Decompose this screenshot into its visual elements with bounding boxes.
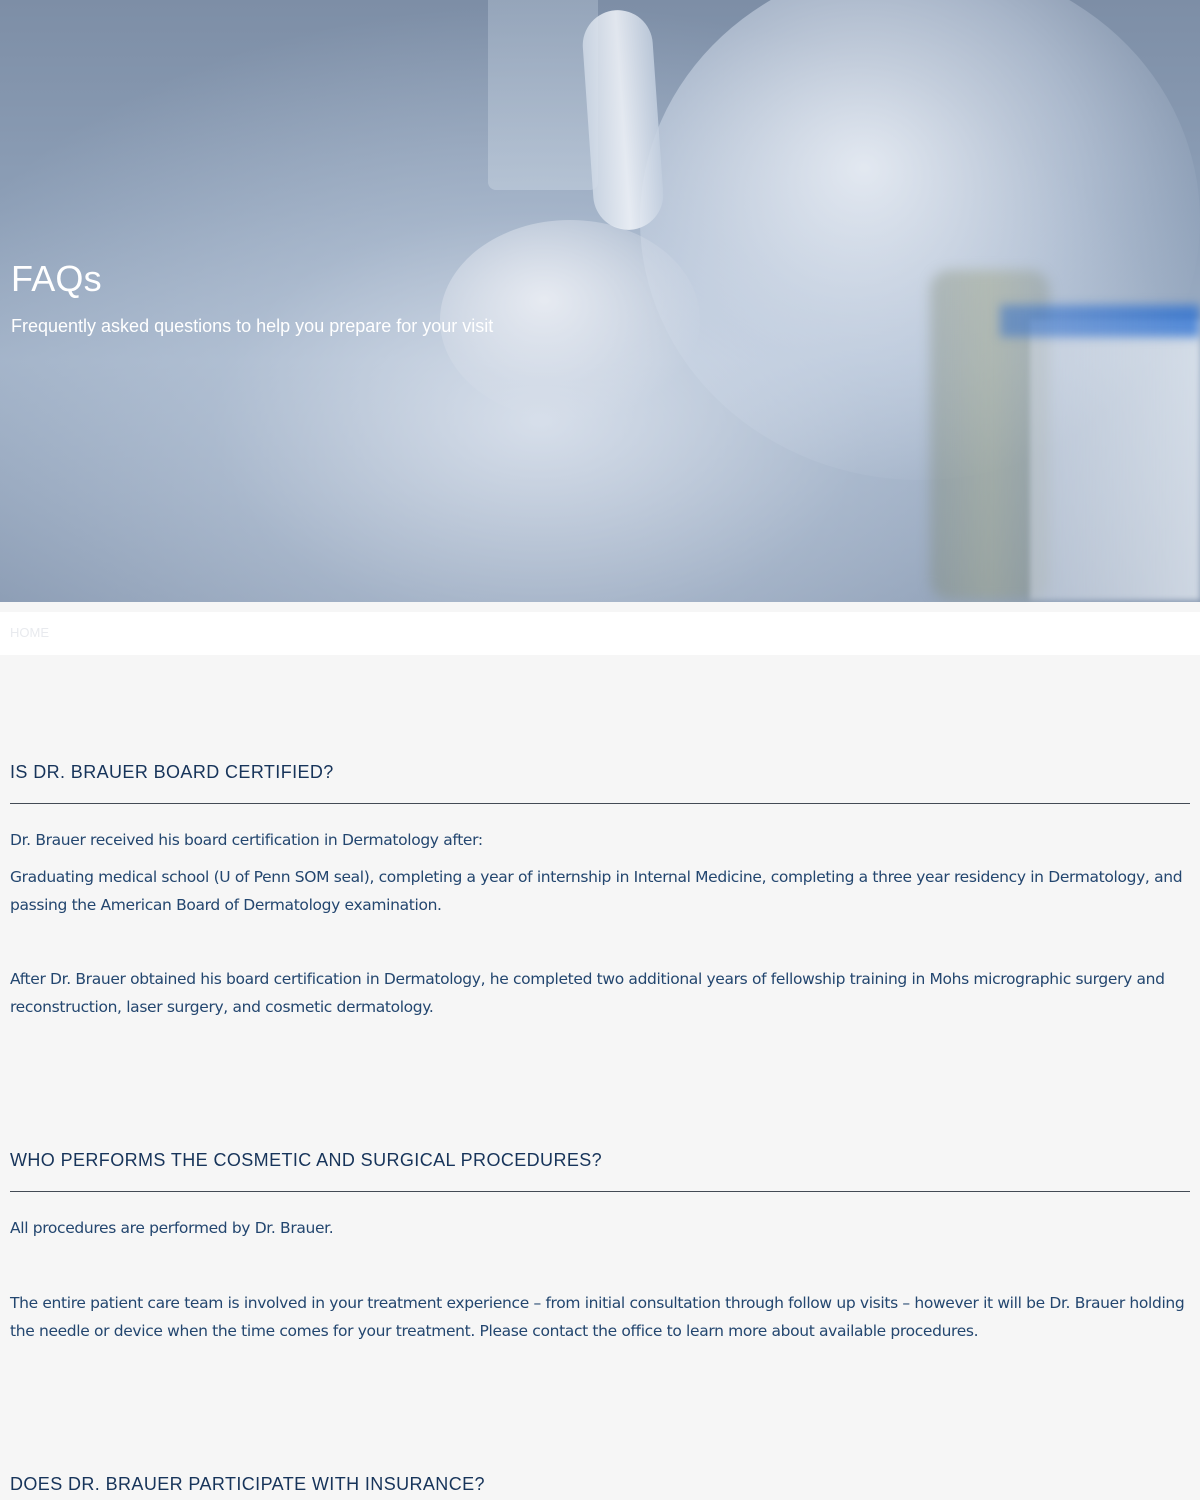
hero-banner: FAQs Frequently asked questions to help … — [0, 0, 1200, 602]
faq-answer-paragraph: The entire patient care team is involved… — [10, 1294, 1185, 1340]
page-title: FAQs — [11, 258, 102, 299]
hero-monitor-shape — [488, 0, 598, 190]
page-subtitle: Frequently asked questions to help you p… — [11, 316, 494, 336]
faq-question: IS DR. BRAUER BOARD CERTIFIED? — [10, 762, 334, 782]
faq-item: IS DR. BRAUER BOARD CERTIFIED? Dr. Braue… — [10, 762, 1190, 1021]
hero-jar-lid-shape — [1000, 305, 1200, 337]
faq-divider — [10, 803, 1190, 804]
faq-divider — [10, 1191, 1190, 1192]
breadcrumb-home-link[interactable]: HOME — [10, 625, 49, 640]
faq-question: DOES DR. BRAUER PARTICIPATE WITH INSURAN… — [10, 1474, 485, 1494]
faq-answer-paragraph: All procedures are performed by Dr. Brau… — [10, 1219, 334, 1237]
faq-answer-paragraph: Graduating medical school (U of Penn SOM… — [10, 868, 1183, 914]
faq-answer-paragraph: Dr. Brauer received his board certificat… — [10, 831, 483, 849]
breadcrumb: HOME — [0, 612, 1200, 655]
faq-item: DOES DR. BRAUER PARTICIPATE WITH INSURAN… — [10, 1474, 1190, 1495]
faq-answer-paragraph: After Dr. Brauer obtained his board cert… — [10, 970, 1165, 1016]
faq-item: WHO PERFORMS THE COSMETIC AND SURGICAL P… — [10, 1150, 1190, 1345]
hero-jar-shape — [1030, 320, 1200, 600]
faq-question: WHO PERFORMS THE COSMETIC AND SURGICAL P… — [10, 1150, 603, 1170]
